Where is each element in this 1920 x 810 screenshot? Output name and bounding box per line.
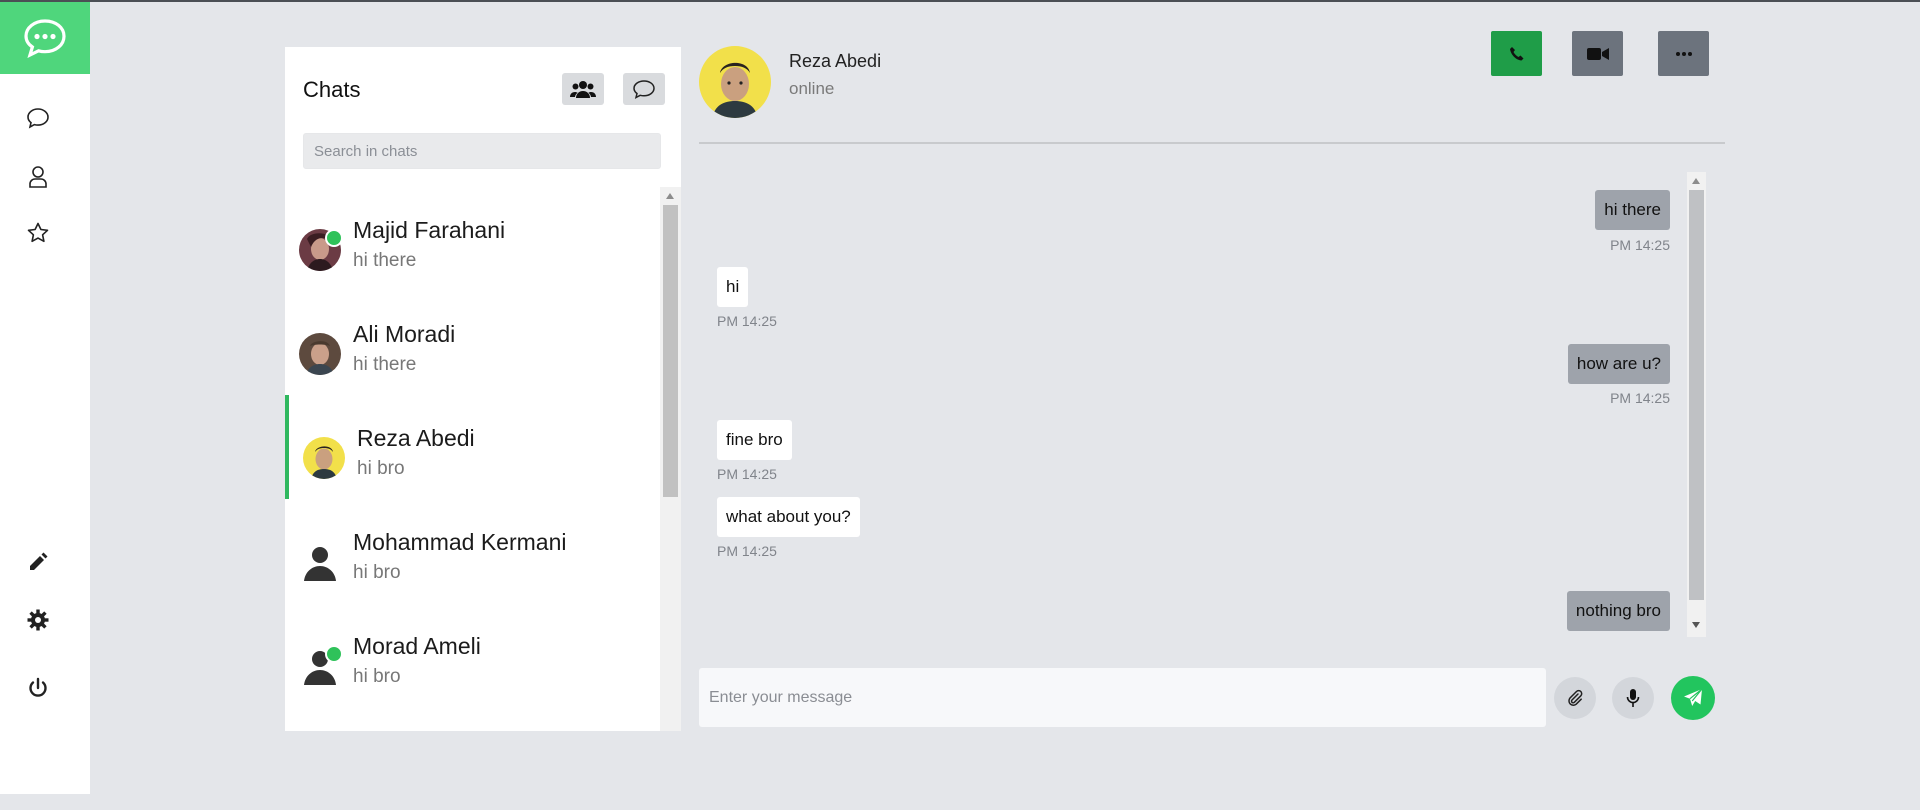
voice-call-button[interactable] [1491, 31, 1542, 76]
edit-icon [30, 552, 48, 570]
send-button[interactable] [1671, 676, 1715, 720]
chat-item[interactable]: Majid Farahani hi there [285, 187, 660, 291]
voice-record-button[interactable] [1612, 677, 1654, 719]
message-incoming: hi [717, 267, 749, 307]
more-dots-icon [1675, 51, 1692, 56]
chat-item[interactable]: Mohammad Kermani hi bro [285, 499, 660, 603]
message-input[interactable] [699, 668, 1546, 727]
chat-list-scrollbar[interactable] [660, 187, 681, 731]
new-group-button[interactable] [562, 73, 604, 105]
nav-messages[interactable] [22, 102, 54, 134]
scrollbar-thumb[interactable] [663, 205, 678, 497]
nav-settings[interactable] [22, 604, 54, 636]
chat-name: Reza Abedi [357, 425, 475, 451]
default-avatar-icon [299, 541, 341, 583]
settings-icon [27, 609, 49, 631]
message-outgoing: how are u? [1567, 344, 1670, 384]
chats-panel: Chats Majid Farahani hi there Ali Moradi… [285, 47, 681, 731]
chat-item-active[interactable]: Reza Abedi hi bro [285, 395, 660, 499]
chat-preview: hi bro [357, 458, 405, 479]
video-camera-icon [1586, 47, 1609, 60]
chat-name: Ali Moradi [353, 321, 456, 347]
scroll-up-arrow-icon[interactable] [1692, 178, 1700, 184]
avatar [299, 333, 341, 375]
message-scrollbar[interactable] [1687, 172, 1706, 637]
online-indicator [325, 645, 343, 663]
message-time: PM 14:25 [717, 543, 777, 559]
message-time: PM 14:25 [717, 466, 777, 482]
send-icon [1684, 688, 1703, 706]
paperclip-icon [1568, 689, 1583, 706]
top-border [0, 0, 1920, 2]
power-icon [29, 677, 47, 697]
message-outgoing: nothing bro [1566, 591, 1670, 631]
nav-rail [0, 2, 90, 794]
message-outgoing: hi there [1595, 190, 1670, 230]
contact-name: Reza Abedi [789, 51, 882, 71]
message-incoming: fine bro [717, 420, 792, 460]
nav-contacts[interactable] [22, 160, 54, 192]
scroll-up-arrow-icon[interactable] [666, 193, 674, 199]
header-divider [699, 142, 1725, 144]
scroll-down-arrow-icon[interactable] [1692, 622, 1700, 628]
chat-list: Majid Farahani hi there Ali Moradi hi th… [285, 187, 660, 731]
message-list: hi there PM 14:25 hi PM 14:25 how are u?… [699, 172, 1705, 637]
chat-item[interactable]: Morad Ameli hi bro [285, 603, 660, 707]
chat-name: Mohammad Kermani [353, 529, 567, 555]
chats-title: Chats [303, 77, 361, 102]
contact-avatar[interactable] [699, 46, 771, 118]
app-logo[interactable] [0, 2, 90, 74]
avatar [303, 437, 345, 479]
chat-logo-icon [24, 19, 66, 58]
chat-preview: hi there [353, 354, 417, 375]
scrollbar-thumb[interactable] [1689, 190, 1704, 600]
chat-name: Majid Farahani [353, 217, 506, 243]
nav-favorites[interactable] [22, 217, 54, 249]
attach-button[interactable] [1554, 677, 1596, 719]
new-chat-icon [633, 80, 655, 99]
online-indicator [325, 229, 343, 247]
chat-preview: hi there [353, 250, 417, 271]
chat-name: Morad Ameli [353, 633, 481, 659]
favorites-icon [27, 222, 49, 243]
message-time: PM 14:25 [1610, 390, 1670, 406]
microphone-icon [1626, 689, 1640, 707]
nav-logout[interactable] [22, 672, 54, 704]
contacts-icon [29, 166, 47, 188]
messages-icon [27, 108, 49, 129]
message-time: PM 14:25 [1610, 237, 1670, 253]
more-options-button[interactable] [1658, 31, 1709, 76]
chat-preview: hi bro [353, 666, 401, 687]
contact-status: online [789, 79, 835, 98]
video-call-button[interactable] [1572, 31, 1623, 76]
message-incoming: what about you? [717, 497, 860, 537]
new-chat-button[interactable] [623, 73, 665, 105]
message-time: PM 14:25 [717, 313, 777, 329]
phone-icon [1509, 46, 1523, 60]
search-input[interactable] [303, 133, 661, 169]
chat-item[interactable]: Ali Moradi hi there [285, 291, 660, 395]
nav-edit[interactable] [22, 546, 54, 578]
chat-preview: hi bro [353, 562, 401, 583]
group-icon [570, 81, 596, 98]
